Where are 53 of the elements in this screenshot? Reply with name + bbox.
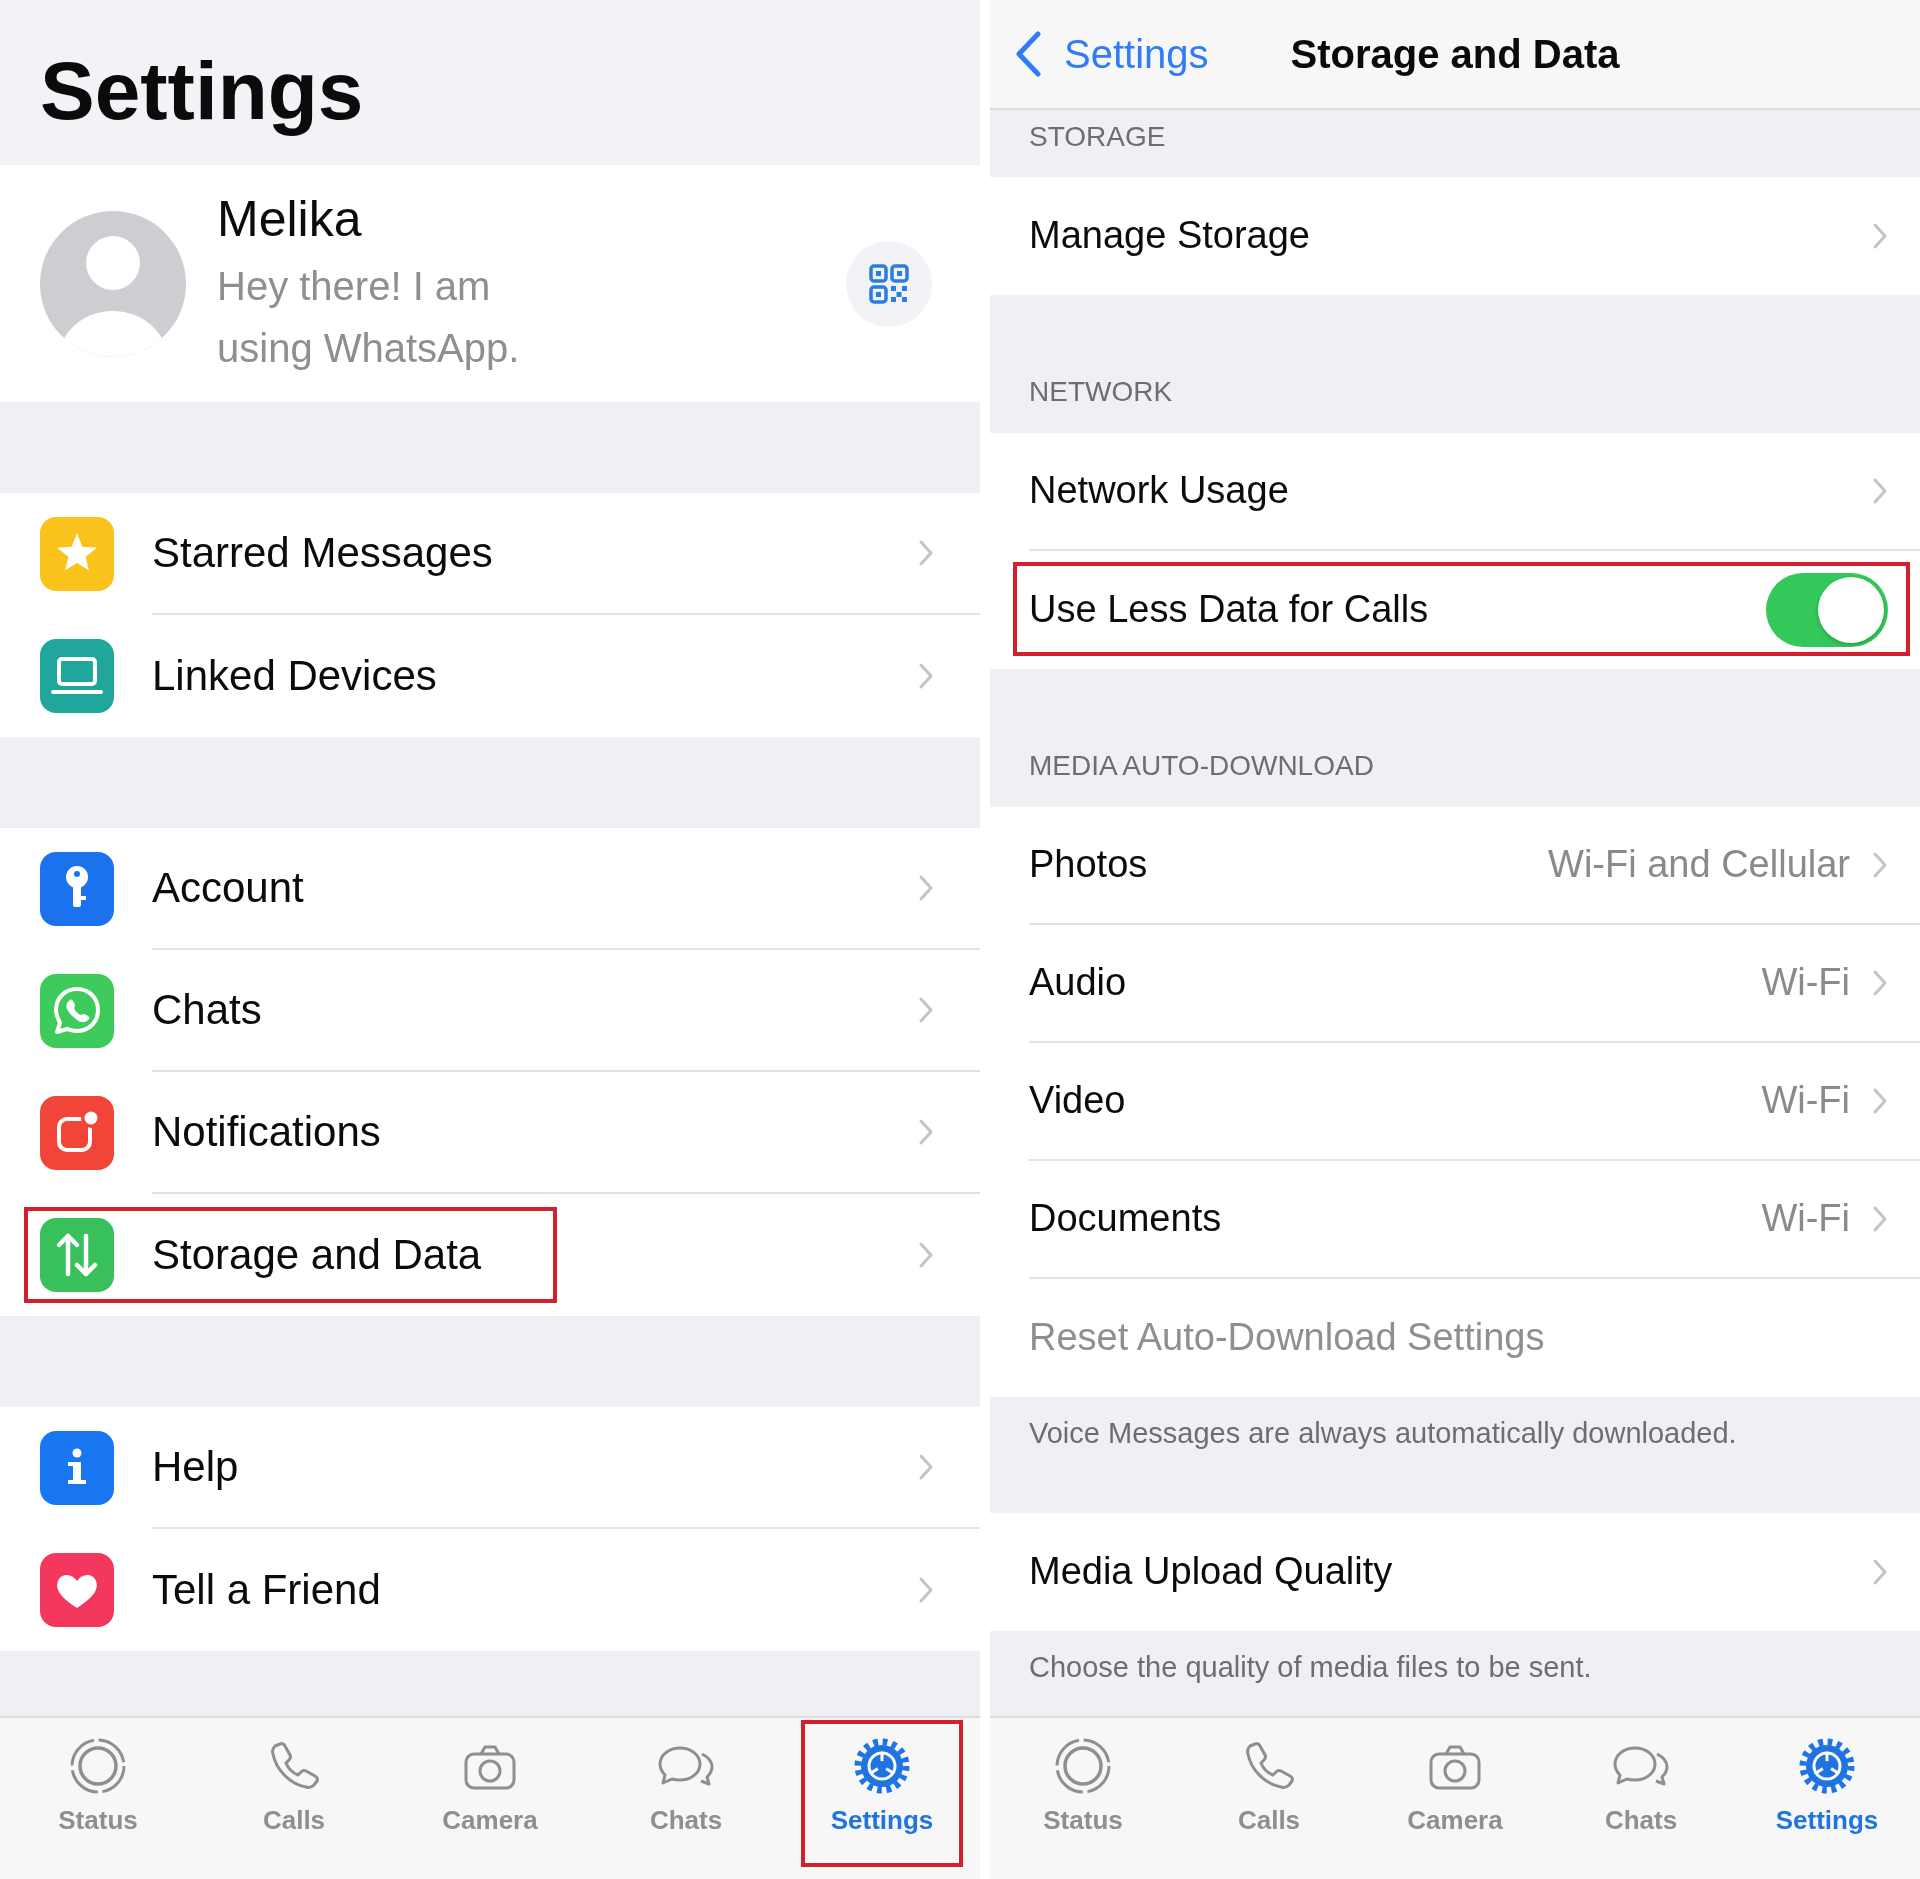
tab-button[interactable]: Settings xyxy=(801,1720,963,1867)
chevron-icon xyxy=(1872,1558,1888,1586)
chevron-icon xyxy=(1872,969,1888,997)
section-footer: Voice Messages are always automatically downloaded. xyxy=(990,1397,1920,1475)
section-footer: Choose the quality of media files to be sent. xyxy=(990,1631,1920,1709)
settings-row[interactable]: Photos Wi-Fi and Cellular xyxy=(990,807,1920,925)
settings-row[interactable]: Starred Messages xyxy=(0,493,980,615)
section-header: STORAGE xyxy=(1028,120,1167,154)
settings-row[interactable]: Linked Devices xyxy=(0,615,980,737)
chevron-icon xyxy=(918,1576,934,1604)
tab-button[interactable]: Settings xyxy=(1746,1720,1908,1867)
value-text: Wi-Fi and Cellular xyxy=(1548,842,1850,888)
chevron-icon xyxy=(918,1453,934,1481)
settings-row[interactable]: Documents Wi-Fi xyxy=(990,1161,1920,1279)
section-header: NETWORK xyxy=(1028,375,1174,409)
chevron-icon xyxy=(918,874,934,902)
settings-icon xyxy=(852,1736,912,1796)
screen-title: Storage and Data xyxy=(1290,31,1620,78)
settings-icon xyxy=(1797,1736,1857,1796)
section-header: MEDIA AUTO-DOWNLOAD xyxy=(1028,749,1375,783)
chevron-icon xyxy=(918,1241,934,1269)
settings-row[interactable]: Storage and Data xyxy=(0,1194,980,1316)
value-text: Wi-Fi xyxy=(1761,1078,1850,1124)
chevron-icon xyxy=(918,996,934,1024)
settings-row[interactable]: Video Wi-Fi xyxy=(990,1043,1920,1161)
qr-code-icon xyxy=(869,263,909,304)
settings-row[interactable]: Network Usage xyxy=(990,433,1920,551)
back-button[interactable]: Settings xyxy=(1014,30,1209,78)
value-text: Wi-Fi xyxy=(1761,1196,1850,1242)
chevron-icon xyxy=(918,662,934,690)
settings-row[interactable]: Tell a Friend xyxy=(0,1529,980,1651)
avatar-icon xyxy=(40,210,186,357)
profile-name: Melika xyxy=(217,189,362,249)
chevron-icon xyxy=(1872,1087,1888,1115)
row-label: Use Less Data for Calls xyxy=(1029,587,1429,633)
settings-row[interactable]: Account xyxy=(0,828,980,950)
status-icon xyxy=(68,1736,128,1796)
status-icon xyxy=(1053,1736,1113,1796)
chevron-icon xyxy=(1872,477,1888,505)
chevron-icon xyxy=(1872,851,1888,879)
chevron-icon xyxy=(1872,222,1888,250)
profile-status: Hey there! I am using WhatsApp. xyxy=(217,262,521,372)
chevron-icon xyxy=(1872,1205,1888,1233)
settings-row[interactable]: Audio Wi-Fi xyxy=(990,925,1920,1043)
chevron-left-icon xyxy=(1014,31,1042,77)
settings-row[interactable]: Notifications xyxy=(0,1072,980,1194)
settings-row[interactable]: Manage Storage xyxy=(990,177,1920,295)
value-text: Wi-Fi xyxy=(1761,960,1850,1006)
settings-row[interactable]: Chats xyxy=(0,950,980,1072)
settings-row[interactable]: Help xyxy=(0,1407,980,1529)
chevron-icon xyxy=(918,1118,934,1146)
settings-row[interactable]: Media Upload Quality xyxy=(990,1513,1920,1631)
chevron-icon xyxy=(918,539,934,567)
